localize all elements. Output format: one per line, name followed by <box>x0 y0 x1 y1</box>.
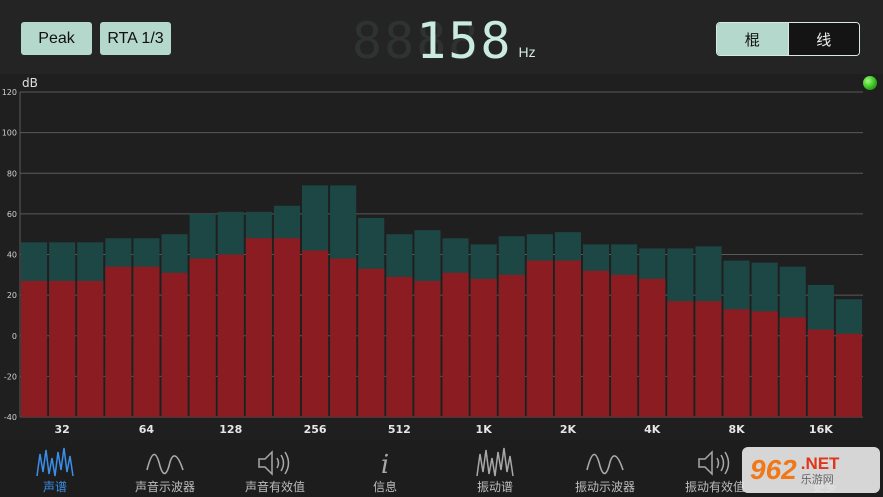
y-tick-label: 20 <box>7 291 17 300</box>
x-tick-label: 512 <box>388 423 411 436</box>
level-bar <box>189 258 216 417</box>
nav-item-0[interactable]: 声谱 <box>0 440 110 497</box>
level-bar <box>470 278 497 417</box>
x-tick-label: 64 <box>139 423 155 436</box>
peak-button[interactable]: Peak <box>21 22 92 55</box>
level-bar <box>723 309 750 417</box>
watermark-number: 962 <box>750 454 797 485</box>
level-bar <box>442 272 469 417</box>
nav-item-label: 声音有效值 <box>244 480 305 494</box>
svg-text:i: i <box>381 450 389 478</box>
frequency-value: 158 <box>416 12 513 70</box>
nav-item-2[interactable]: 声音有效值 <box>220 440 330 497</box>
level-bar <box>611 274 638 417</box>
nav-item-label: 振动谱 <box>476 480 513 494</box>
level-bar <box>21 280 48 417</box>
level-bar <box>161 272 188 417</box>
info-icon: i <box>365 440 405 482</box>
nav-item-label: 声音示波器 <box>134 480 195 494</box>
level-bar <box>133 266 160 417</box>
y-tick-label: 80 <box>7 169 17 178</box>
frequency-unit: Hz <box>518 44 536 60</box>
vibration-spectrum-icon <box>475 440 515 482</box>
nav-item-5[interactable]: 振动示波器 <box>550 440 660 497</box>
frequency-digits: 88888 158 <box>352 16 513 66</box>
y-tick-label: 60 <box>7 210 17 219</box>
level-bar <box>330 258 357 417</box>
level-bar <box>835 333 862 417</box>
frequency-readout: 88888 158 Hz <box>352 12 536 66</box>
level-bar <box>49 280 76 417</box>
level-bar <box>77 280 104 417</box>
level-bar <box>386 276 413 417</box>
watermark-caption: 乐游网 <box>800 472 834 486</box>
level-bar <box>554 260 581 417</box>
chart-background <box>0 74 883 440</box>
y-tick-label: 120 <box>2 88 17 97</box>
rta-mode-button[interactable]: RTA 1/3 <box>100 22 171 55</box>
x-tick-label: 2K <box>560 423 577 436</box>
waveform-icon <box>585 440 625 482</box>
level-bar <box>526 260 553 417</box>
y-tick-label: -20 <box>4 372 17 381</box>
level-bar <box>105 266 132 417</box>
level-bar <box>217 254 244 417</box>
x-tick-label: 256 <box>304 423 327 436</box>
level-bar <box>498 274 525 417</box>
level-bar <box>245 238 272 417</box>
x-tick-label: 8K <box>728 423 745 436</box>
y-tick-label: 100 <box>2 129 17 138</box>
spectrum-chart: dB -40 -20 0 20 40 60 80 100 120 32 64 128 256 512 1K 2K… <box>0 74 883 440</box>
view-toggle: 棍 线 <box>716 22 860 56</box>
speaker-icon <box>255 440 295 482</box>
nav-item-label: 振动示波器 <box>574 480 635 494</box>
status-indicator-icon <box>863 76 877 90</box>
x-tick-label: 32 <box>54 423 69 436</box>
bar-view-button[interactable]: 棍 <box>717 23 788 55</box>
level-bar <box>695 301 722 417</box>
level-bar <box>414 280 441 417</box>
nav-item-label: 声谱 <box>42 480 67 494</box>
watermark-logo: 962 .NET 乐游网 <box>742 447 880 493</box>
level-bar <box>779 317 806 417</box>
nav-item-3[interactable]: i 信息 <box>330 440 440 497</box>
y-tick-label: 40 <box>7 251 17 260</box>
x-tick-label: 16K <box>809 423 833 436</box>
nav-item-1[interactable]: 声音示波器 <box>110 440 220 497</box>
y-tick-label: 0 <box>12 332 17 341</box>
x-tick-label: 128 <box>219 423 242 436</box>
level-bar <box>358 268 385 417</box>
x-tick-label: 1K <box>476 423 493 436</box>
level-bar <box>273 238 300 417</box>
level-bar <box>751 311 778 417</box>
line-view-button[interactable]: 线 <box>787 23 859 55</box>
level-bar <box>807 329 834 417</box>
level-bar <box>583 270 610 417</box>
nav-item-label: 振动有效值 <box>684 480 745 494</box>
x-tick-label: 4K <box>644 423 661 436</box>
level-bar <box>639 278 666 417</box>
speaker-icon <box>695 440 735 482</box>
top-toolbar: Peak RTA 1/3 88888 158 Hz 棍 线 <box>0 0 883 74</box>
level-bar <box>302 250 329 417</box>
waveform-icon <box>145 440 185 482</box>
nav-item-label: 信息 <box>372 480 397 494</box>
spectrum-icon <box>35 440 75 482</box>
y-axis-unit: dB <box>22 76 38 90</box>
level-bar <box>667 301 694 417</box>
watermark-site: .NET <box>800 453 840 473</box>
y-tick-label: -40 <box>4 413 17 422</box>
nav-item-4[interactable]: 振动谱 <box>440 440 550 497</box>
